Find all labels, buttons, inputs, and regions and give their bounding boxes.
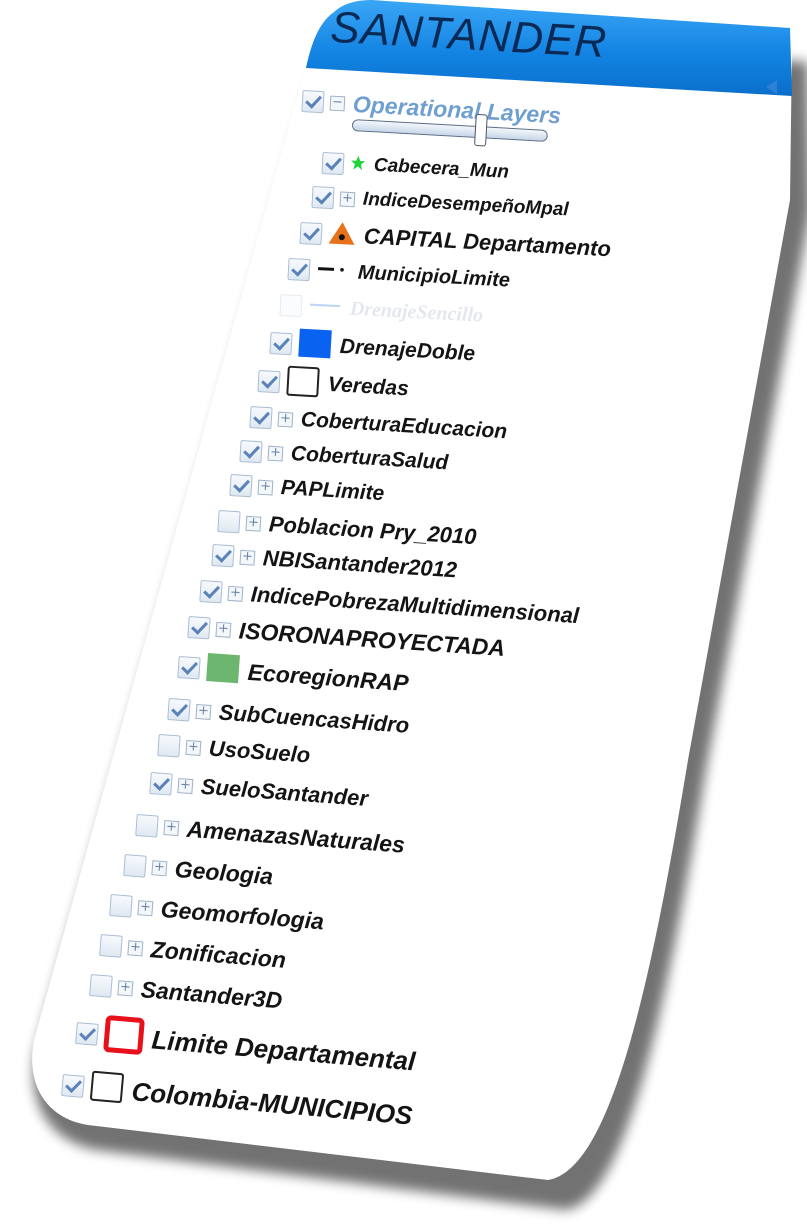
layer-label: DrenajeSencillo	[349, 297, 484, 327]
layer-visibility-checkbox[interactable]	[257, 370, 281, 394]
expand-layer-icon[interactable]: +	[117, 979, 134, 996]
layer-label: CoberturaSalud	[290, 442, 449, 475]
green-star-icon	[349, 154, 366, 176]
light-blue-line-icon	[307, 297, 342, 318]
layer-list-screenshot: SANTANDER − Operational Layers Cabecera_…	[0, 0, 807, 1224]
layer-visibility-checkbox[interactable]	[229, 474, 253, 498]
expand-layer-icon[interactable]: +	[137, 899, 154, 916]
expand-layer-icon[interactable]: +	[257, 478, 274, 496]
expand-layer-icon[interactable]: +	[127, 939, 144, 956]
layer-label: PAPLimite	[280, 476, 385, 506]
layer-label: Geologia	[173, 855, 275, 889]
layer-visibility-checkbox[interactable]	[211, 544, 235, 568]
expand-layer-icon[interactable]: +	[277, 410, 294, 428]
layer-visibility-checkbox[interactable]	[75, 1022, 99, 1046]
expand-layer-icon[interactable]: +	[215, 621, 232, 638]
layer-visibility-checkbox[interactable]	[61, 1074, 85, 1098]
layer-visibility-checkbox[interactable]	[321, 152, 345, 176]
red-outline-square-icon	[102, 1014, 145, 1060]
expand-layer-icon[interactable]: +	[239, 548, 256, 566]
expand-layer-icon[interactable]: +	[245, 514, 262, 532]
layer-visibility-checkbox[interactable]	[287, 258, 311, 282]
layer-label: Cabecera_Mun	[373, 154, 510, 183]
layer-visibility-checkbox[interactable]	[239, 440, 263, 464]
layer-visibility-checkbox[interactable]	[187, 616, 211, 640]
orange-triangle-icon	[327, 220, 356, 250]
layer-label: DrenajeDoble	[339, 334, 476, 366]
expand-layer-icon[interactable]: +	[151, 859, 168, 876]
layer-visibility-checkbox[interactable]	[217, 510, 241, 534]
layer-visibility-checkbox[interactable]	[311, 186, 335, 210]
layer-visibility-checkbox[interactable]	[167, 698, 191, 722]
layer-label: Veredas	[327, 372, 410, 401]
layer-label: Zonificacion	[149, 935, 287, 973]
dash-dot-line-icon	[315, 261, 350, 282]
layer-visibility-checkbox[interactable]	[279, 294, 303, 318]
layer-visibility-checkbox[interactable]	[249, 406, 273, 430]
expand-layer-icon[interactable]: +	[185, 739, 202, 756]
layer-visibility-checkbox[interactable]	[177, 656, 201, 680]
group-checkbox[interactable]	[301, 90, 325, 114]
outline-square-icon	[285, 364, 321, 403]
layer-visibility-checkbox[interactable]	[157, 734, 181, 758]
expand-layer-icon[interactable]: +	[267, 444, 284, 462]
expand-layer-icon[interactable]: +	[339, 190, 356, 207]
layer-visibility-checkbox[interactable]	[135, 814, 159, 838]
layer-visibility-checkbox[interactable]	[109, 894, 133, 918]
layer-visibility-checkbox[interactable]	[269, 332, 293, 356]
layer-visibility-checkbox[interactable]	[299, 222, 323, 246]
layer-label: UsoSuelo	[208, 735, 312, 768]
blue-square-icon	[297, 327, 333, 364]
layer-label: IndiceDesempeñoMpal	[362, 188, 570, 221]
expand-layer-icon[interactable]: +	[177, 777, 194, 794]
outline-square-icon	[88, 1069, 125, 1109]
layer-visibility-checkbox[interactable]	[99, 934, 123, 958]
green-square-icon	[205, 651, 241, 688]
expand-layer-icon[interactable]: +	[227, 585, 244, 602]
layer-visibility-checkbox[interactable]	[123, 854, 147, 878]
expand-layer-icon[interactable]: +	[163, 819, 180, 836]
collapse-group-icon[interactable]: −	[329, 94, 346, 111]
layer-label: MunicipioLimite	[357, 261, 511, 292]
layer-visibility-checkbox[interactable]	[149, 772, 173, 796]
collapse-panel-icon[interactable]	[766, 80, 777, 94]
layer-visibility-checkbox[interactable]	[89, 974, 113, 998]
layer-visibility-checkbox[interactable]	[199, 580, 223, 604]
slider-thumb[interactable]	[474, 113, 488, 147]
expand-layer-icon[interactable]: +	[195, 703, 212, 720]
